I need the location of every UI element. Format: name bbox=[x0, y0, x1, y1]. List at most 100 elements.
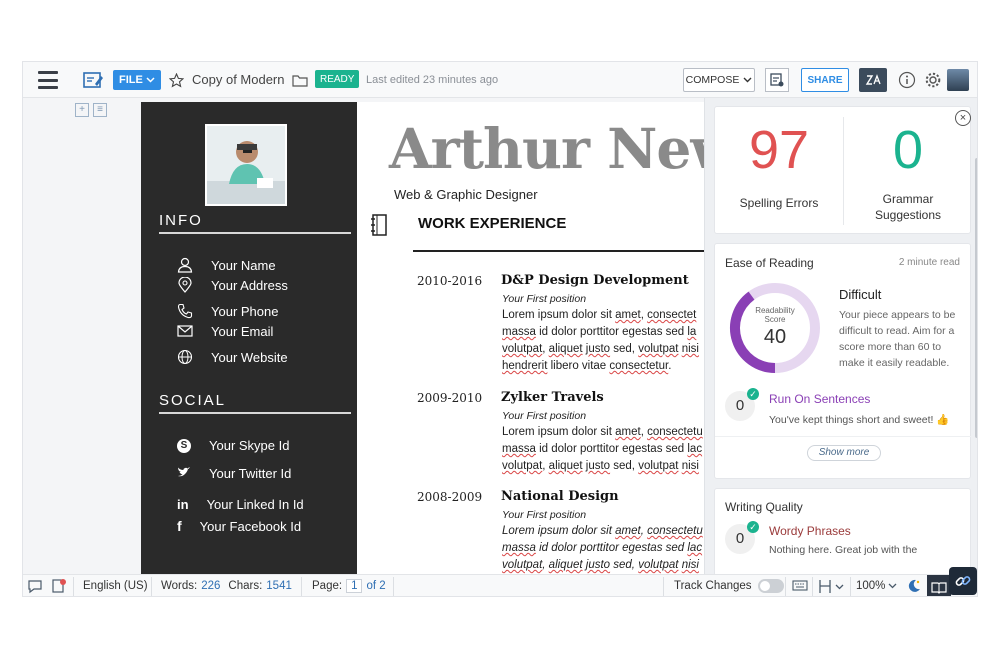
folder-icon[interactable] bbox=[288, 68, 312, 92]
social-linkedin-row[interactable]: in Your Linked In Id bbox=[177, 497, 304, 512]
social-divider bbox=[159, 412, 351, 414]
social-twitter-row[interactable]: Your Twitter Id bbox=[177, 466, 291, 481]
document-page[interactable]: INFO Your Name Your Address Your Phone Y… bbox=[141, 102, 711, 574]
resume-subtitle[interactable]: Web & Graphic Designer bbox=[394, 187, 538, 202]
misspelled-word[interactable]: amet bbox=[615, 525, 641, 537]
status-separator bbox=[785, 577, 786, 596]
page-layout-button[interactable] bbox=[819, 579, 844, 594]
linkedin-icon: in bbox=[177, 497, 189, 512]
page-layout-icon bbox=[819, 580, 831, 593]
info-address-row[interactable]: Your Address bbox=[177, 277, 288, 293]
info-name-row[interactable]: Your Name bbox=[177, 257, 276, 273]
grammar-label-line2: Suggestions bbox=[874, 208, 942, 222]
misspelled-word[interactable]: consectet bbox=[647, 309, 696, 321]
misspelled-word[interactable]: justo bbox=[586, 460, 610, 472]
toggle-switch[interactable] bbox=[757, 579, 784, 593]
resume-name[interactable]: Arthur New bbox=[389, 116, 711, 181]
compose-button[interactable]: COMPOSE bbox=[683, 68, 755, 92]
desc-text: sed, bbox=[610, 460, 639, 472]
desc-text: id dolor porttitor egestas sed bbox=[535, 326, 688, 338]
misspelled-word[interactable]: consectetu bbox=[647, 525, 703, 537]
resume-sidebar: INFO Your Name Your Address Your Phone Y… bbox=[141, 102, 357, 574]
work-experience-heading[interactable]: WORK EXPERIENCE bbox=[418, 215, 566, 232]
misspelled-word[interactable]: nisi bbox=[682, 559, 699, 571]
misspelled-word[interactable]: lac bbox=[687, 443, 702, 455]
zoom-selector[interactable]: 100% bbox=[856, 580, 897, 592]
misspelled-word[interactable]: aliquet bbox=[549, 343, 583, 355]
info-email-row[interactable]: Your Email bbox=[177, 323, 273, 339]
zia-panel: 97 Spelling Errors 0 Grammar Suggestions… bbox=[704, 98, 977, 574]
text-lines-icon[interactable]: ≡ bbox=[93, 103, 107, 117]
info-website-row[interactable]: Your Website bbox=[177, 349, 288, 365]
misspelled-word[interactable]: hendrerit bbox=[502, 360, 547, 372]
menu-icon[interactable] bbox=[37, 71, 59, 89]
review-icon[interactable] bbox=[765, 68, 789, 92]
last-edited-text: Last edited 23 minutes ago bbox=[366, 74, 499, 86]
misspelled-word[interactable]: justo bbox=[586, 559, 610, 571]
zia-button[interactable] bbox=[859, 68, 887, 92]
misspelled-word[interactable]: nisi bbox=[682, 343, 699, 355]
wordy-phrases-title[interactable]: Wordy Phrases bbox=[769, 524, 851, 538]
star-icon[interactable] bbox=[164, 68, 188, 92]
document-alert-icon[interactable] bbox=[51, 578, 67, 594]
misspelled-word[interactable]: aliquet bbox=[549, 559, 583, 571]
misspelled-word[interactable]: amet bbox=[615, 426, 641, 438]
misspelled-word[interactable]: massa bbox=[502, 542, 536, 554]
link-icon[interactable] bbox=[949, 567, 977, 595]
document-edit-icon[interactable] bbox=[81, 68, 105, 92]
misspelled-word[interactable]: volutpat bbox=[502, 559, 542, 571]
misspelled-word[interactable]: massa bbox=[502, 443, 536, 455]
document-title[interactable]: Copy of Modern bbox=[192, 72, 285, 87]
job-company: National Design bbox=[501, 489, 619, 504]
misspelled-word[interactable]: consectetur bbox=[609, 360, 668, 372]
info-divider bbox=[159, 232, 351, 234]
misspelled-word[interactable]: aliquet bbox=[549, 460, 583, 472]
add-row-icon[interactable]: + bbox=[75, 103, 89, 117]
misspelled-word[interactable]: volutpat bbox=[502, 460, 542, 472]
run-on-title[interactable]: Run On Sentences bbox=[769, 392, 870, 406]
words-label: Words: bbox=[161, 580, 198, 592]
job-years: 2009-2010 bbox=[417, 391, 483, 405]
close-icon[interactable]: × bbox=[955, 110, 971, 126]
language-selector[interactable]: English (US) bbox=[83, 580, 148, 592]
reading-mode-button[interactable] bbox=[927, 575, 951, 596]
info-icon[interactable] bbox=[895, 68, 919, 92]
job-description: Lorem ipsum dolor sit amet, consectetu m… bbox=[502, 424, 711, 475]
misspelled-word[interactable]: consectetu bbox=[647, 426, 703, 438]
desc-text: sed, bbox=[610, 559, 639, 571]
grammar-stat[interactable]: 0 Grammar Suggestions bbox=[844, 107, 972, 235]
page-number-input[interactable]: 1 bbox=[346, 579, 363, 593]
show-more-button[interactable]: Show more bbox=[807, 445, 881, 461]
score-card: 97 Spelling Errors 0 Grammar Suggestions bbox=[714, 106, 971, 234]
spelling-errors-stat[interactable]: 97 Spelling Errors bbox=[715, 107, 843, 235]
misspelled-word[interactable]: massa bbox=[502, 326, 536, 338]
comment-icon[interactable] bbox=[27, 579, 43, 594]
misspelled-word[interactable]: lac bbox=[687, 542, 702, 554]
profile-photo[interactable] bbox=[205, 124, 287, 206]
run-on-description: You've kept things short and sweet! 👍 bbox=[769, 414, 950, 426]
file-menu-label: FILE bbox=[119, 74, 143, 86]
word-count[interactable]: Words: 226 Chars: 1541 bbox=[161, 580, 292, 592]
moon-icon[interactable] bbox=[907, 579, 921, 593]
card-divider bbox=[715, 436, 972, 437]
share-button[interactable]: SHARE bbox=[801, 68, 849, 92]
file-menu-button[interactable]: FILE bbox=[113, 70, 161, 90]
misspelled-word[interactable]: volutpat bbox=[502, 343, 542, 355]
misspelled-word[interactable]: volutpat bbox=[638, 559, 678, 571]
misspelled-word[interactable]: la bbox=[687, 326, 696, 338]
info-phone: Your Phone bbox=[211, 303, 279, 319]
social-skype-row[interactable]: S Your Skype Id bbox=[177, 438, 289, 453]
gear-icon[interactable] bbox=[921, 68, 945, 92]
avatar[interactable] bbox=[947, 69, 969, 91]
keyboard-icon[interactable] bbox=[792, 580, 808, 591]
misspelled-word[interactable]: nisi bbox=[682, 460, 699, 472]
info-phone-row[interactable]: Your Phone bbox=[177, 303, 278, 319]
misspelled-word[interactable]: justo bbox=[586, 343, 610, 355]
misspelled-word[interactable]: amet bbox=[615, 309, 641, 321]
social-facebook-row[interactable]: f Your Facebook Id bbox=[177, 518, 301, 534]
misspelled-word[interactable]: volutpat bbox=[638, 460, 678, 472]
panel-scrollbar[interactable] bbox=[975, 158, 977, 438]
misspelled-word[interactable]: volutpat bbox=[638, 343, 678, 355]
grammar-label-line1: Grammar bbox=[882, 192, 934, 206]
track-changes-toggle[interactable]: Track Changes bbox=[674, 579, 784, 593]
